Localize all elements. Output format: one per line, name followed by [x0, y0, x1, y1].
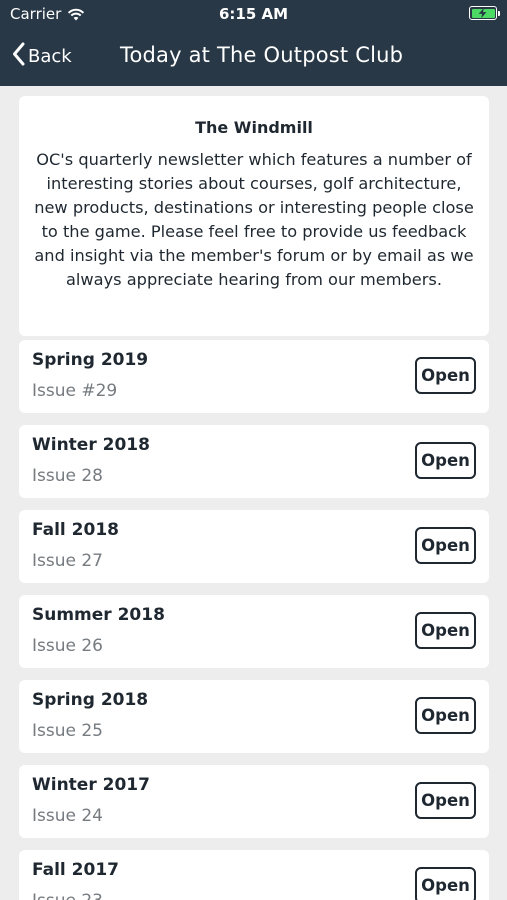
page-title: Today at The Outpost Club [120, 43, 404, 67]
list-item: Spring 2019 Issue #29 Open [19, 340, 489, 413]
open-button[interactable]: Open [415, 442, 476, 479]
open-button[interactable]: Open [415, 357, 476, 394]
open-button[interactable]: Open [415, 697, 476, 734]
issue-number: Issue 28 [32, 466, 103, 486]
list-item: Summer 2018 Issue 26 Open [19, 595, 489, 668]
intro-description: OC's quarterly newsletter which features… [34, 150, 474, 289]
issue-season: Spring 2018 [32, 690, 149, 710]
intro-title: The Windmill [195, 118, 313, 137]
back-button[interactable]: Back [12, 40, 72, 72]
open-button[interactable]: Open [415, 612, 476, 649]
issue-list: Spring 2019 Issue #29 Open Winter 2018 I… [19, 340, 489, 900]
issue-number: Issue 26 [32, 636, 103, 656]
issue-number: Issue #29 [32, 381, 118, 401]
issue-season: Winter 2017 [32, 775, 150, 795]
nav-header: Carrier 6:15 AM Back Today at The Outpos… [0, 0, 507, 86]
list-item: Winter 2017 Issue 24 Open [19, 765, 489, 838]
battery-nub [498, 10, 500, 16]
issue-number: Issue 24 [32, 806, 103, 826]
list-item: Winter 2018 Issue 28 Open [19, 425, 489, 498]
list-item: Fall 2017 Issue 23 Open [19, 850, 489, 900]
issue-number: Issue 27 [32, 551, 103, 571]
issue-number: Issue 23 [32, 891, 103, 900]
list-item: Fall 2018 Issue 27 Open [19, 510, 489, 583]
chevron-left-icon [12, 42, 25, 70]
issue-season: Winter 2018 [32, 435, 150, 455]
list-item: Spring 2018 Issue 25 Open [19, 680, 489, 753]
newsletter-content[interactable]: The Windmill OC's quarterly newsletter w… [0, 86, 507, 900]
back-label: Back [28, 45, 72, 67]
open-button[interactable]: Open [415, 782, 476, 819]
issue-season: Fall 2018 [32, 520, 119, 540]
intro-card: The Windmill OC's quarterly newsletter w… [19, 96, 489, 336]
issue-season: Fall 2017 [32, 860, 119, 880]
battery-charging-icon [469, 6, 500, 20]
status-bar: Carrier 6:15 AM [0, 0, 507, 28]
bolt-icon [478, 7, 487, 19]
app-screen: Carrier 6:15 AM Back Today at The Outpos… [0, 0, 507, 900]
issue-number: Issue 25 [32, 721, 103, 741]
open-button[interactable]: Open [415, 867, 476, 900]
issue-season: Spring 2019 [32, 350, 149, 370]
issue-season: Summer 2018 [32, 605, 165, 625]
status-time: 6:15 AM [218, 5, 289, 23]
open-button[interactable]: Open [415, 527, 476, 564]
